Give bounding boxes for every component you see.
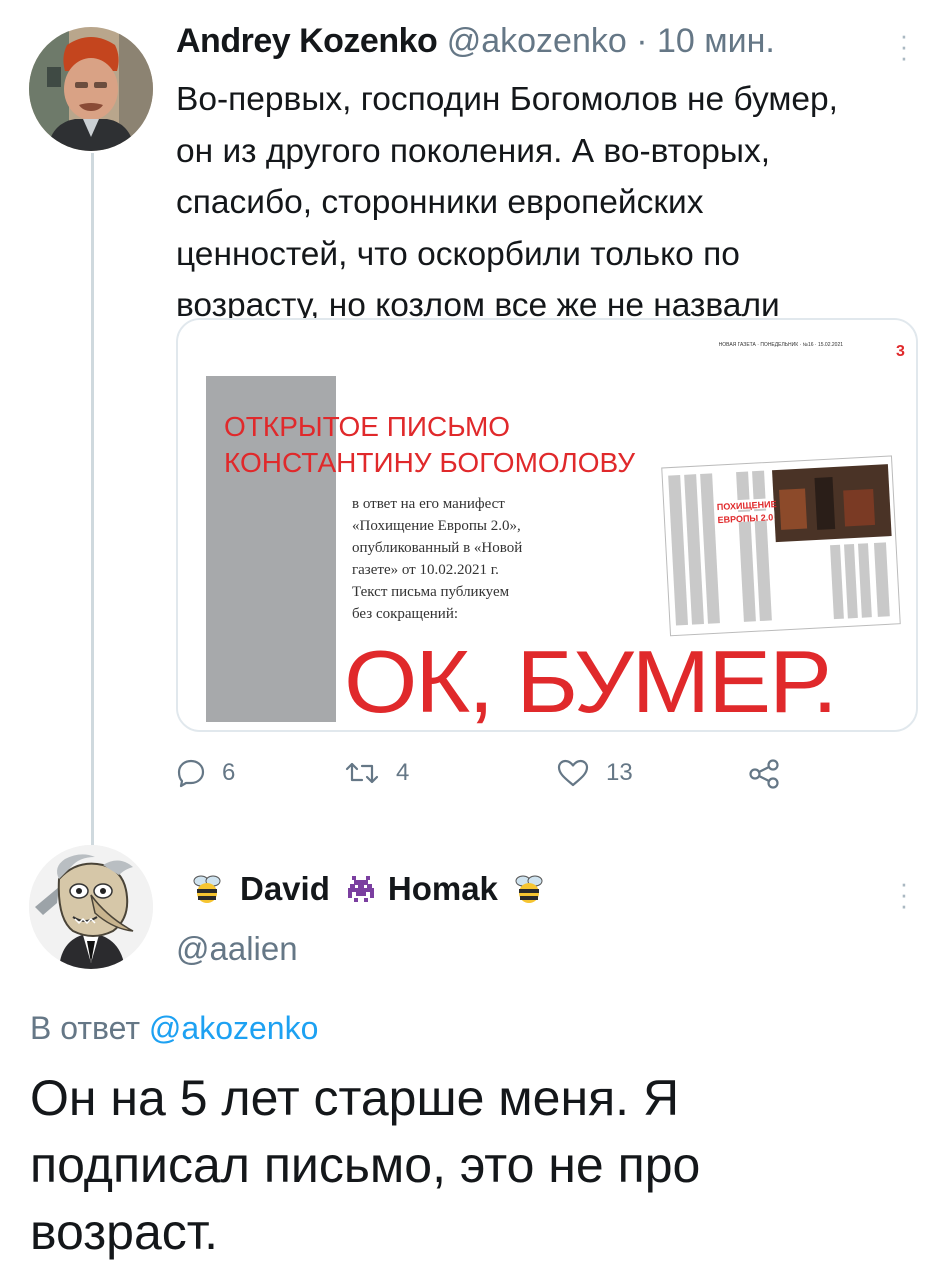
- like-count: 13: [606, 759, 633, 786]
- tweet1-text-line: спасибо, сторонники европейских: [176, 184, 704, 221]
- tweet-timestamp[interactable]: 10 мин.: [657, 22, 775, 60]
- newspaper-subtext-line: «Похищение Европы 2.0»,: [352, 518, 521, 534]
- tweet1-action-bar: 6 4 13: [176, 758, 816, 798]
- author-avatar[interactable]: [29, 27, 153, 151]
- avatar-photo: [29, 27, 153, 151]
- newspaper-subtext-line: газете» от 10.02.2021 г.: [352, 562, 499, 578]
- bee-icon: [190, 872, 224, 906]
- reply-author-display-name[interactable]: David Homak: [190, 870, 546, 908]
- newspaper-subtext-line: Текст письма публикуем: [352, 584, 510, 600]
- share-button[interactable]: [748, 758, 780, 790]
- tweet2-text-line: возраст.: [30, 1204, 219, 1260]
- newspaper-big-text: ОК, БУМЕР.: [344, 632, 836, 731]
- tweet2-text-line: подписал письмо, это не про: [30, 1137, 701, 1193]
- retweet-count: 4: [396, 759, 410, 786]
- newspaper-subtext-line: в ответ на его манифест: [352, 496, 505, 512]
- newspaper-headline-line1: ОТКРЫТОЕ ПИСЬМО: [224, 411, 510, 442]
- heart-icon: [557, 759, 589, 787]
- tweet2-text: Он на 5 лет старше меня. Я подписал пись…: [30, 1065, 920, 1266]
- share-icon: [749, 759, 779, 789]
- thread-connector-line: [91, 153, 94, 845]
- avatar-cartoon: [29, 845, 153, 969]
- newspaper-subtext-line: опубликованный в «Новой: [352, 540, 522, 556]
- newspaper-thumbnail: ПОХИЩЕНИЕ ЕВРОПЫ 2.0: [661, 455, 901, 637]
- tweet1-text-line: Во-первых, господин Богомолов не бумер,: [176, 81, 838, 118]
- newspaper-masthead: НОВАЯ ГАЗЕТА · ПОНЕДЕЛЬНИК · №16 · 15.02…: [719, 342, 844, 348]
- tweet2-text-line: Он на 5 лет старше меня. Я: [30, 1070, 680, 1126]
- reply-count: 6: [222, 759, 236, 786]
- newspaper-page-number: 3: [896, 343, 905, 360]
- tweet2-more-options-icon[interactable]: · · ·: [899, 870, 909, 918]
- reply-author-avatar[interactable]: [29, 845, 153, 969]
- space-invader-icon: [344, 872, 378, 906]
- like-button[interactable]: 13: [556, 758, 633, 788]
- tweet1-text: Во-первых, господин Богомолов не бумер, …: [176, 74, 916, 332]
- replying-to-mention-link[interactable]: @akozenko: [149, 1010, 318, 1046]
- author-handle[interactable]: @akozenko: [447, 22, 627, 60]
- replying-to-prefix: В ответ: [30, 1010, 141, 1046]
- reply-author-handle[interactable]: @aalien: [176, 930, 298, 968]
- tweet1-header: Andrey Kozenko @akozenko · 10 мин.: [176, 22, 775, 61]
- author-display-name[interactable]: Andrey Kozenko: [176, 22, 438, 60]
- reply-author-name-part1: David: [240, 870, 330, 907]
- tweet1-more-options-icon[interactable]: · · ·: [899, 22, 909, 70]
- tweet1-text-line: ценностей, что оскорбили только по: [176, 235, 740, 273]
- tweet1-text-line: он из другого поколения. А во-вторых,: [176, 132, 771, 170]
- tweet1-media-image[interactable]: НОВАЯ ГАЗЕТА · ПОНЕДЕЛЬНИК · №16 · 15.02…: [176, 318, 918, 732]
- bee-icon: [512, 872, 546, 906]
- newspaper-subtext-line: без сокращений:: [352, 606, 458, 622]
- reply-button[interactable]: 6: [176, 758, 235, 788]
- separator-dot: ·: [636, 22, 648, 60]
- reply-author-name-part2: Homak: [387, 870, 498, 907]
- newspaper-headline-line2: КОНСТАНТИНУ БОГОМОЛОВУ: [224, 447, 635, 478]
- replying-to-label: В ответ @akozenko: [30, 1010, 318, 1047]
- retweet-button[interactable]: 4: [344, 758, 409, 788]
- retweet-icon: [345, 762, 379, 784]
- newspaper-page-image: НОВАЯ ГАЗЕТА · ПОНЕДЕЛЬНИК · №16 · 15.02…: [178, 320, 916, 731]
- reply-icon: [177, 759, 205, 788]
